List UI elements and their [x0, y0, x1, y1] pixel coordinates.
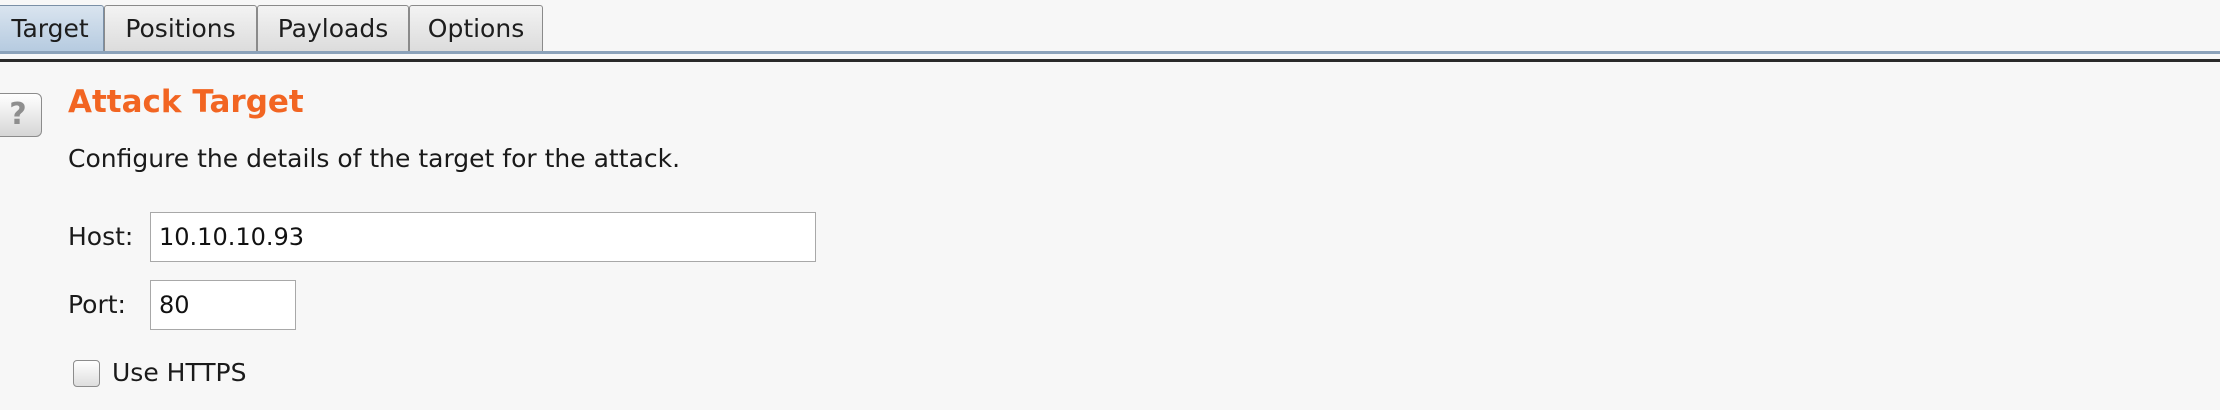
- use-https-label[interactable]: Use HTTPS: [112, 358, 247, 387]
- help-icon[interactable]: ?: [0, 93, 42, 137]
- host-label: Host:: [68, 222, 134, 251]
- tab-options[interactable]: Options: [409, 5, 543, 51]
- tab-bar: Target Positions Payloads Options: [0, 0, 2220, 66]
- tab-payloads[interactable]: Payloads: [257, 5, 409, 51]
- tab-strip-divider: [0, 51, 2220, 54]
- section-description: Configure the details of the target for …: [68, 144, 681, 173]
- port-input[interactable]: [150, 280, 296, 330]
- section-title: Attack Target: [68, 84, 304, 120]
- tab-target[interactable]: Target: [0, 5, 104, 51]
- tab-positions[interactable]: Positions: [104, 5, 257, 51]
- tab-strip-border: [0, 59, 2220, 62]
- use-https-checkbox[interactable]: [73, 360, 100, 387]
- host-input[interactable]: [150, 212, 816, 262]
- port-label: Port:: [68, 290, 126, 319]
